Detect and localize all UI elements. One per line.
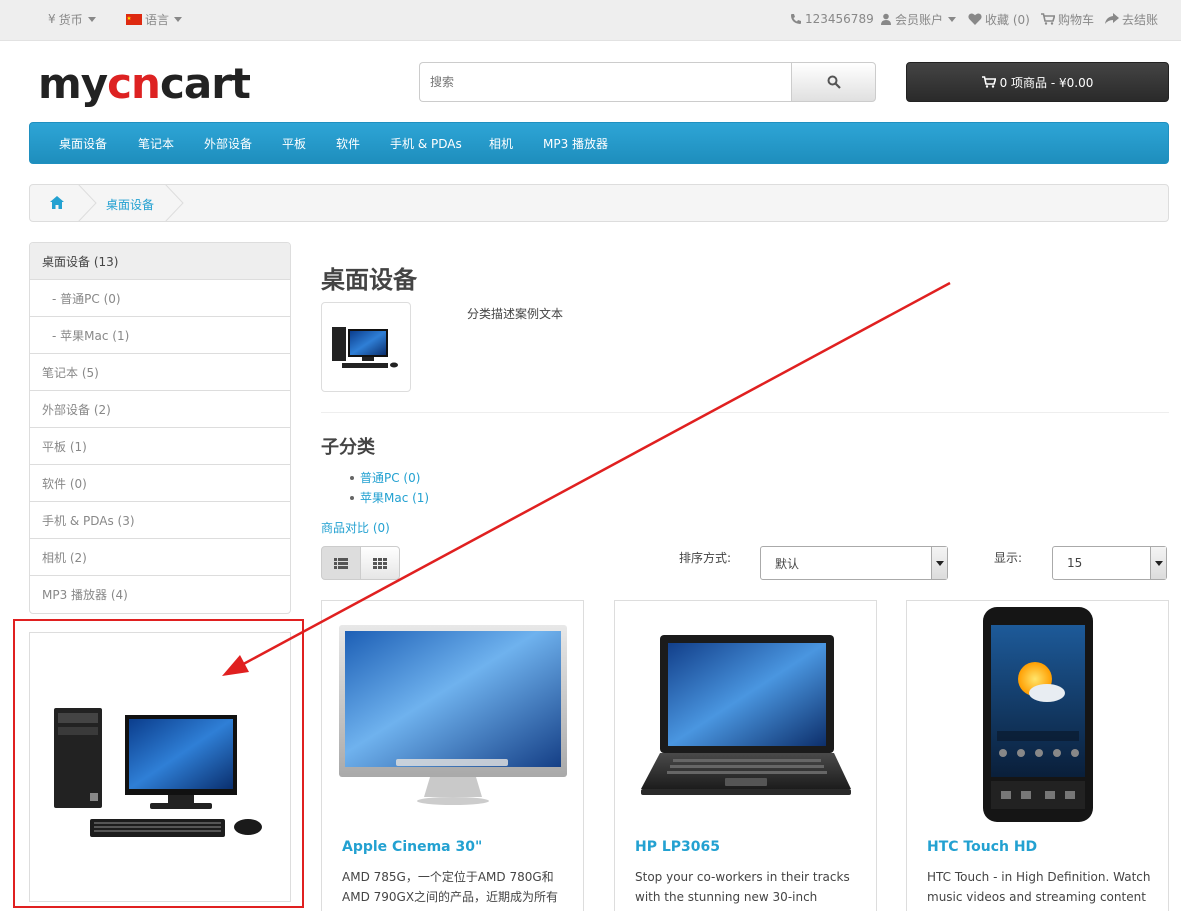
highlight-annotation-box (13, 619, 304, 908)
divider (321, 412, 1169, 413)
product-card: HP LP3065 Stop your co-workers in their … (614, 600, 877, 911)
wishlist-label: 收藏 (0) (985, 12, 1030, 27)
category-thumbnail (321, 302, 411, 392)
product-description: HTC Touch - in High Definition. Watch mu… (927, 870, 1151, 911)
product-description: AMD 785G，一个定位于AMD 780G和AMD 790GX之间的产品，近期… (342, 870, 559, 904)
shopping-cart-icon (1041, 13, 1055, 25)
limit-label: 显示: (994, 551, 1023, 565)
grid-icon (373, 557, 387, 569)
menu-item-software[interactable]: 软件 (336, 135, 360, 152)
category-description: 分类描述案例文本 (467, 307, 564, 321)
subcategory-link[interactable]: 普通PC (0) (360, 469, 420, 486)
limit-select[interactable]: 15 (1052, 546, 1167, 580)
category-item[interactable]: - 苹果Mac (1) (30, 317, 290, 354)
product-name-link[interactable]: HTC Touch HD (927, 839, 1037, 855)
currency-icon: ¥ (48, 12, 56, 26)
chevron-down-icon (931, 547, 947, 579)
chevron-down-icon (1150, 547, 1166, 579)
menu-item-laptops[interactable]: 笔记本 (138, 135, 174, 152)
phone-number: 123456789 (805, 12, 874, 26)
category-item[interactable]: 桌面设备 (13) (30, 243, 290, 280)
cart-link[interactable]: 购物车 (1041, 11, 1094, 27)
chevron-down-icon (948, 16, 957, 22)
site-logo[interactable]: mycncart (38, 60, 251, 108)
category-item[interactable]: 软件 (0) (30, 465, 290, 502)
list-icon (334, 557, 348, 569)
page-title: 桌面设备 (321, 266, 417, 294)
category-item[interactable]: 相机 (2) (30, 539, 290, 576)
limit-value: 15 (1067, 556, 1083, 570)
menu-item-mp3[interactable]: MP3 播放器 (543, 135, 608, 152)
product-compare-link[interactable]: 商品对比 (0) (321, 519, 390, 536)
product-name-link[interactable]: Apple Cinema 30" (342, 839, 482, 855)
heart-icon (968, 13, 982, 25)
category-item[interactable]: MP3 播放器 (4) (30, 576, 290, 613)
language-dropdown[interactable]: 语言 (126, 11, 183, 27)
menu-item-components[interactable]: 外部设备 (204, 135, 252, 152)
menu-item-tablets[interactable]: 平板 (282, 135, 306, 152)
category-item[interactable]: 手机 & PDAs (3) (30, 502, 290, 539)
bullet-icon (350, 495, 354, 500)
phone-icon (791, 14, 801, 24)
category-item[interactable]: - 普通PC (0) (30, 280, 290, 317)
subcategory-title: 子分类 (321, 437, 375, 458)
user-icon (881, 13, 891, 25)
product-name-link[interactable]: HP LP3065 (635, 839, 720, 855)
checkout-label: 去结账 (1122, 12, 1159, 27)
breadcrumb-separator (78, 184, 97, 222)
breadcrumb: 桌面设备 (29, 184, 1169, 222)
menu-item-cameras[interactable]: 相机 (489, 135, 513, 152)
language-label: 语言 (145, 12, 170, 27)
chevron-down-icon (87, 16, 96, 22)
list-item[interactable]: 普通PC (0) (350, 469, 420, 486)
shopping-cart-icon (981, 76, 996, 88)
subcategory-link[interactable]: 苹果Mac (1) (360, 489, 429, 506)
menu-item-phones[interactable]: 手机 & PDAs (390, 135, 462, 152)
hp-laptop-image[interactable] (615, 601, 876, 826)
cart-total-button[interactable]: 0 项商品 - ¥0.00 (906, 62, 1169, 102)
checkout-link[interactable]: 去结账 (1105, 11, 1158, 27)
cart-label: 购物车 (1058, 12, 1095, 27)
search-icon (827, 75, 841, 89)
phone-link[interactable]: 123456789 (790, 11, 874, 27)
top-bar: ¥ 货币 语言 123456789 会员账户 收藏 (0) 购物车 去结账 (0, 0, 1181, 41)
breadcrumb-current[interactable]: 桌面设备 (106, 196, 154, 213)
sort-label: 排序方式: (679, 551, 732, 565)
cart-total-label: 0 项商品 - ¥0.00 (999, 75, 1094, 90)
category-item[interactable]: 平板 (1) (30, 428, 290, 465)
chevron-down-icon (174, 16, 183, 22)
breadcrumb-separator (165, 184, 184, 222)
search-button[interactable] (791, 62, 876, 102)
category-item[interactable]: 外部设备 (2) (30, 391, 290, 428)
account-label: 会员账户 (895, 12, 944, 27)
category-list: 桌面设备 (13) - 普通PC (0) - 苹果Mac (1) 笔记本 (5)… (29, 242, 291, 614)
main-menu: 桌面设备 笔记本 外部设备 平板 软件 手机 & PDAs 相机 MP3 播放器 (29, 122, 1169, 164)
htc-phone-image[interactable] (907, 601, 1168, 826)
bullet-icon (350, 475, 354, 480)
account-dropdown[interactable]: 会员账户 (880, 11, 957, 27)
sort-value: 默认 (775, 556, 800, 571)
sort-select[interactable]: 默认 (760, 546, 948, 580)
apple-cinema-display-image[interactable] (322, 601, 583, 826)
share-icon (1105, 13, 1119, 24)
list-view-button[interactable] (321, 546, 361, 580)
home-icon[interactable] (50, 196, 64, 209)
china-flag-icon (126, 13, 142, 25)
search-input[interactable] (419, 62, 792, 102)
product-description: Stop your co-workers in their tracks wit… (635, 870, 850, 911)
wishlist-link[interactable]: 收藏 (0) (968, 11, 1030, 27)
list-item[interactable]: 苹果Mac (1) (350, 489, 429, 506)
desktop-computer-thumbnail (332, 327, 398, 368)
grid-view-button[interactable] (360, 546, 400, 580)
currency-label: 货币 (58, 12, 83, 27)
menu-item-desktops[interactable]: 桌面设备 (59, 135, 107, 152)
product-card: HTC Touch HD HTC Touch - in High Definit… (906, 600, 1169, 911)
category-item[interactable]: 笔记本 (5) (30, 354, 290, 391)
product-card: Apple Cinema 30" AMD 785G，一个定位于AMD 780G和… (321, 600, 584, 911)
currency-dropdown[interactable]: ¥ 货币 (48, 11, 96, 27)
